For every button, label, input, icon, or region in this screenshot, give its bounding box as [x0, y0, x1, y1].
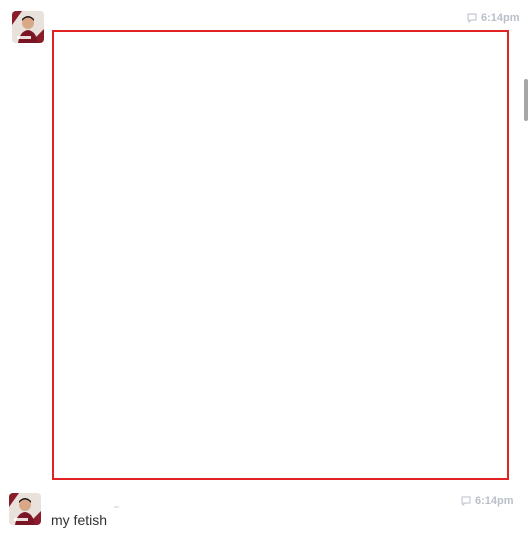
user-avatar-icon: [9, 493, 41, 525]
avatar[interactable]: [9, 493, 41, 525]
comment-icon: [467, 13, 477, 26]
timestamp-label: 6:14pm: [481, 12, 520, 24]
timestamp-label: 6:14pm: [475, 495, 514, 507]
avatar[interactable]: [12, 11, 44, 43]
image-attachment[interactable]: [52, 30, 509, 480]
message-timestamp: 6:14pm: [461, 495, 514, 509]
user-avatar-icon: [12, 11, 44, 43]
scrollbar-thumb[interactable]: [524, 79, 528, 121]
text-fragment: [114, 506, 119, 508]
comment-icon: [461, 496, 471, 509]
message-text: my fetish: [51, 512, 108, 528]
message-timestamp: 6:14pm: [467, 12, 520, 26]
chat-thread: 6:14pm 6:14pm my fetish: [0, 0, 528, 559]
